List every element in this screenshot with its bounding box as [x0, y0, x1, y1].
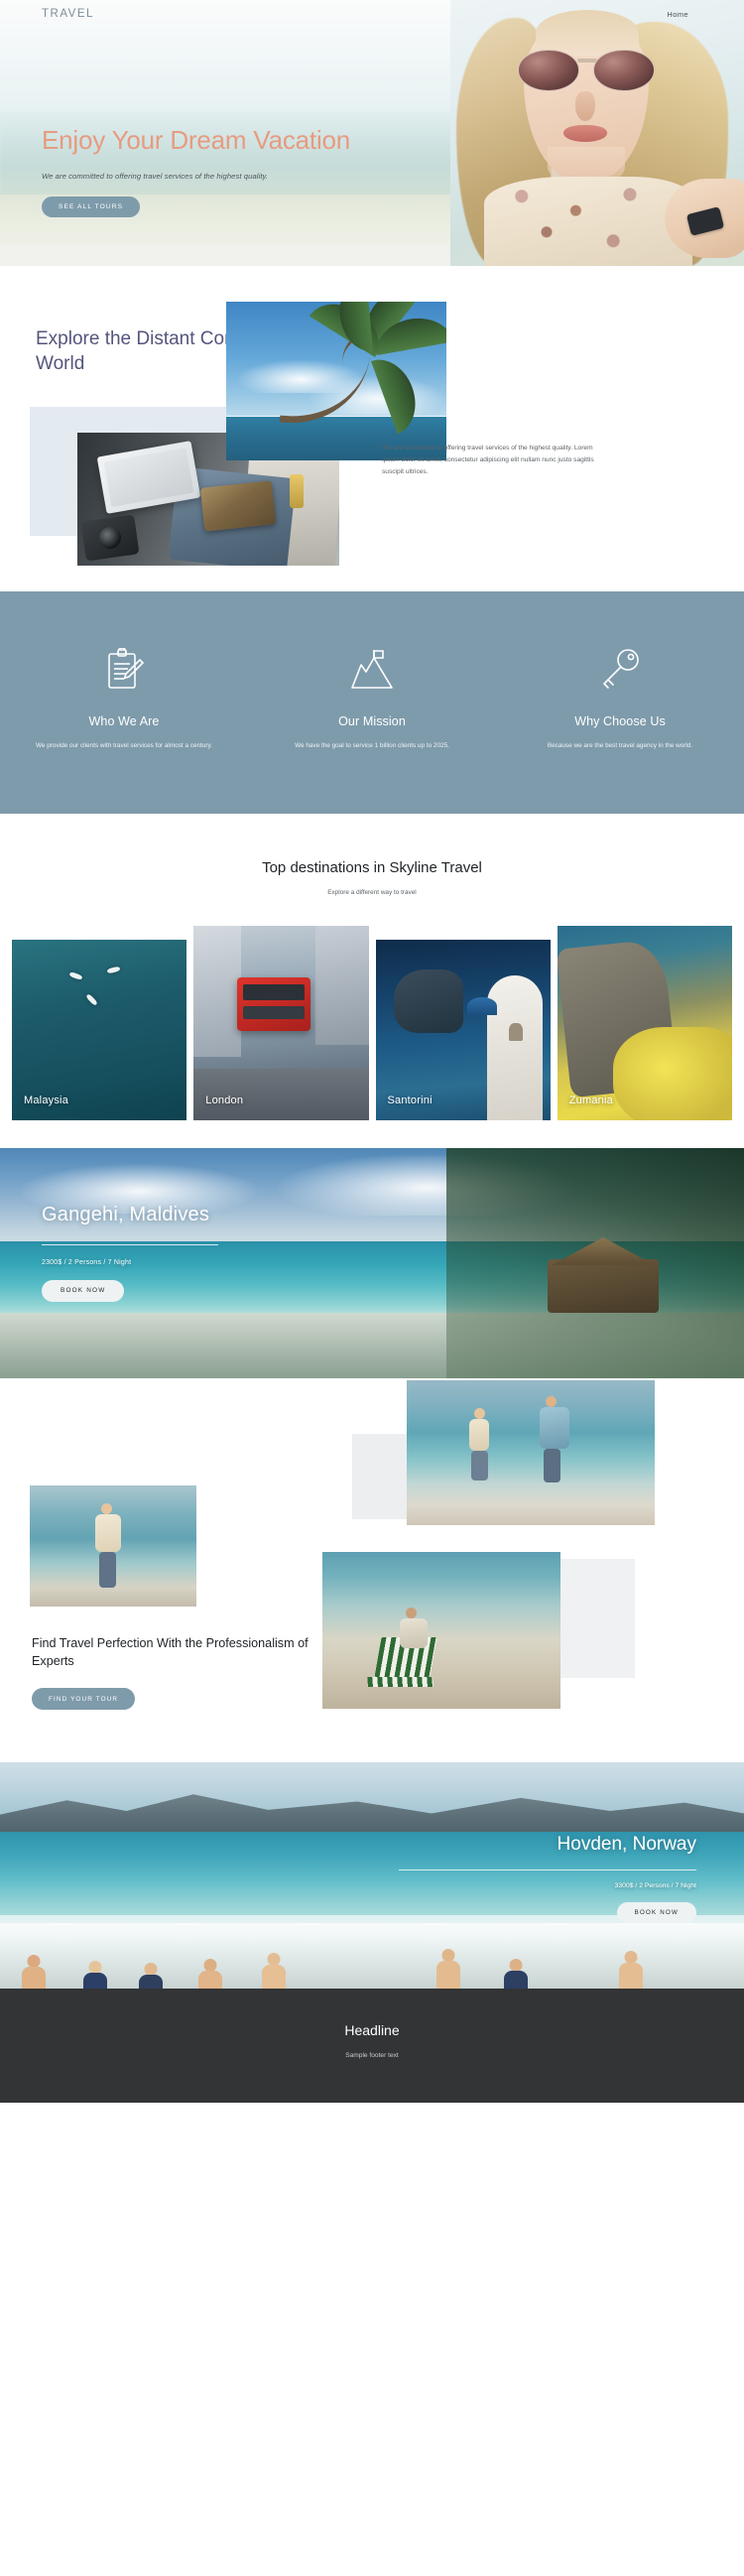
destination-card-london[interactable]: London	[193, 925, 369, 1120]
maldives-content: Gangehi, Maldives 2300$ / 2 Persons / 7 …	[42, 1204, 369, 1302]
collage-photo-beach-chair	[322, 1551, 560, 1709]
footer: Headline Sample footer text	[0, 1988, 744, 2103]
nav-links: Home	[667, 10, 688, 19]
destinations-header: Top destinations in Skyline Travel Explo…	[0, 813, 744, 926]
divider	[399, 1868, 696, 1870]
feature-our-mission: Our Mission We have the goal to service …	[248, 645, 496, 752]
clipboard-pencil-icon	[26, 645, 222, 697]
feature-why-choose-us: Why Choose Us Because we are the best tr…	[496, 645, 744, 752]
features-section: Who We Are We provide our clients with t…	[0, 591, 744, 814]
destination-label: Santorini	[387, 1094, 433, 1106]
book-now-button-norway[interactable]: BOOK NOW	[616, 1901, 696, 1923]
perfection-title: Find Travel Perfection With the Professi…	[32, 1635, 309, 1669]
feature-who-we-are: Who We Are We provide our clients with t…	[0, 645, 248, 752]
hero-subtitle: We are committed to offering travel serv…	[42, 171, 269, 181]
norway-meta: 3300$ / 2 Persons / 7 Night	[614, 1881, 696, 1889]
destination-card-malaysia[interactable]: Malaysia	[12, 939, 187, 1120]
maldives-banner: Gangehi, Maldives 2300$ / 2 Persons / 7 …	[0, 1147, 744, 1378]
destination-card-zumania[interactable]: Zumania	[557, 925, 732, 1120]
hero-section: TRAVEL Home Enjoy Your Dream Vacation We…	[0, 0, 744, 266]
top-navigation: TRAVEL Home	[0, 0, 744, 28]
destination-label: Malaysia	[24, 1094, 69, 1106]
perfection-content: Find Travel Perfection With the Professi…	[32, 1634, 329, 1711]
hero-title: Enjoy Your Dream Vacation	[42, 125, 351, 155]
destination-card-santorini[interactable]: Santorini	[375, 939, 551, 1120]
feature-description: Because we are the best travel agency in…	[547, 742, 693, 749]
maldives-meta: 2300$ / 2 Persons / 7 Night	[42, 1258, 132, 1266]
destinations-title: Top destinations in Skyline Travel	[262, 858, 482, 876]
destinations-subtitle: Explore a different way to travel	[327, 888, 417, 896]
norway-banner: Hovden, Norway 3300$ / 2 Persons / 7 Nig…	[0, 1761, 744, 1989]
divider	[42, 1243, 218, 1245]
feature-title: Who We Are	[88, 714, 160, 728]
nav-link-home[interactable]: Home	[667, 10, 688, 19]
destination-label: London	[205, 1094, 244, 1106]
destination-label: Zumania	[568, 1094, 613, 1106]
feature-title: Our Mission	[338, 714, 406, 728]
feature-description: We provide our clients with travel servi…	[35, 742, 213, 749]
feature-title: Why Choose Us	[574, 714, 666, 728]
footer-text: Sample footer text	[345, 2051, 399, 2059]
sunglasses-graphic	[518, 50, 655, 91]
hero-content: Enjoy Your Dream Vacation We are committ…	[42, 125, 369, 217]
perfection-section: Find Travel Perfection With the Professi…	[0, 1377, 744, 1740]
explore-paragraph: We are committed to offering travel serv…	[382, 445, 594, 476]
maldives-title: Gangehi, Maldives	[42, 1203, 210, 1225]
site-logo[interactable]: TRAVEL	[42, 8, 94, 20]
footer-title: Headline	[344, 2021, 400, 2038]
collage-photo-woman-walking	[30, 1484, 196, 1607]
book-now-button-maldives[interactable]: BOOK NOW	[42, 1279, 125, 1302]
collage-photo-couple-beach	[407, 1379, 655, 1525]
explore-section: Explore the Distant Corners of the World…	[0, 266, 744, 591]
feature-description: We have the goal to service 1 billion cl…	[295, 742, 449, 749]
mountain-flag-icon	[274, 645, 470, 697]
see-all-tours-button[interactable]: SEE ALL TOURS	[42, 195, 141, 217]
norway-content: Hovden, Norway 3300$ / 2 Persons / 7 Nig…	[399, 1834, 696, 1923]
destinations-grid: Malaysia London Santorini Zumania	[0, 925, 744, 1120]
norway-title: Hovden, Norway	[557, 1833, 696, 1855]
key-icon	[522, 645, 718, 697]
find-your-tour-button[interactable]: FIND YOUR TOUR	[32, 1688, 136, 1711]
hero-woman-photo	[450, 0, 744, 266]
explore-photo-palm-beach	[226, 302, 446, 460]
